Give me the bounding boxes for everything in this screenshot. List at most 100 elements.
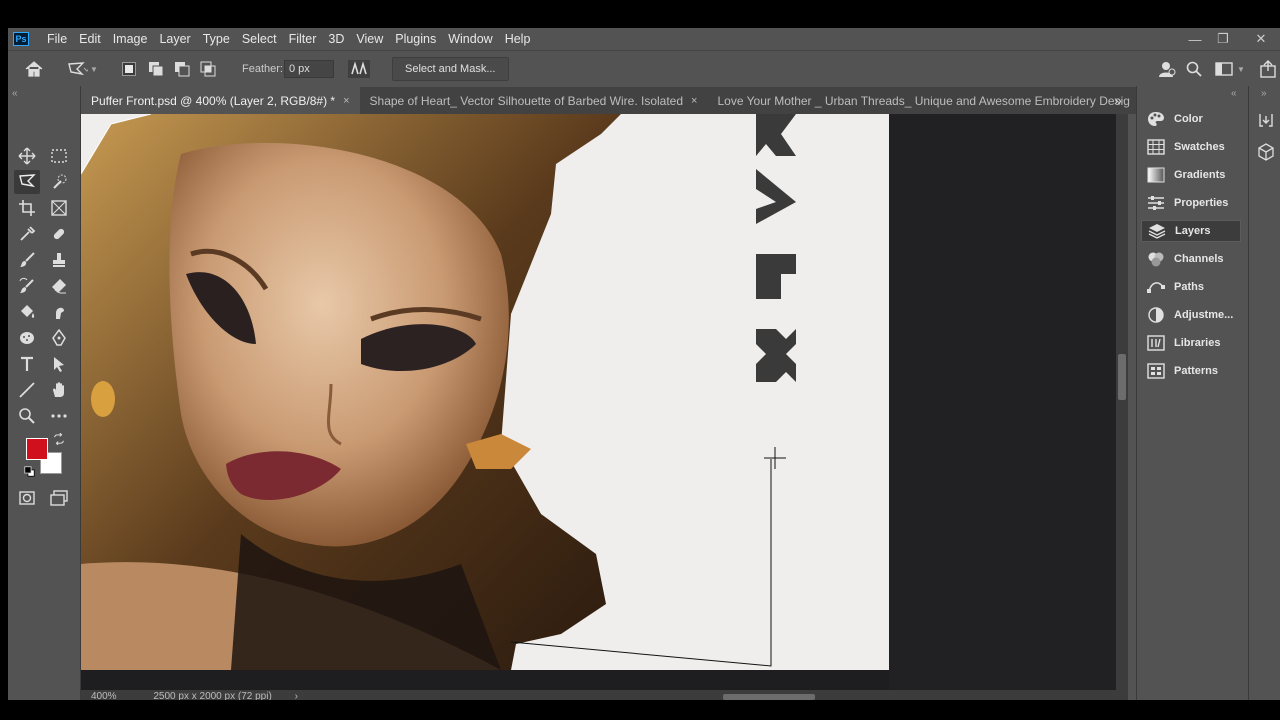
brush-tool[interactable]	[14, 248, 40, 272]
close-icon[interactable]: ×	[343, 95, 349, 107]
document-tabs: Puffer Front.psd @ 400% (Layer 2, RGB/8#…	[81, 87, 1140, 114]
panel-libraries[interactable]: Libraries	[1141, 332, 1241, 354]
default-colors-button[interactable]	[22, 464, 36, 478]
tab-label: Love Your Mother _ Urban Threads_ Unique…	[717, 93, 1130, 108]
gradient-icon	[1147, 167, 1165, 183]
home-button[interactable]	[24, 51, 44, 87]
add-to-selection-button[interactable]	[148, 51, 164, 87]
horizontal-scroll-thumb[interactable]	[723, 694, 815, 700]
line-tool[interactable]	[14, 378, 40, 402]
menu-filter[interactable]: Filter	[283, 28, 323, 50]
type-tool[interactable]	[14, 352, 40, 376]
path-selection-tool[interactable]	[46, 352, 72, 376]
quick-mask-button[interactable]	[14, 486, 40, 510]
panel-label: Gradients	[1174, 169, 1226, 181]
zoom-level[interactable]: 400%	[91, 691, 117, 700]
properties-sliders-icon	[1148, 196, 1164, 210]
eraser-icon	[52, 279, 66, 294]
search-button[interactable]	[1186, 51, 1202, 87]
anti-alias-toggle[interactable]	[348, 51, 370, 87]
menu-window[interactable]: Window	[442, 28, 498, 50]
select-and-mask-button[interactable]: Select and Mask...	[392, 57, 509, 81]
tab-love-your-mother[interactable]: Love Your Mother _ Urban Threads_ Unique…	[707, 87, 1140, 114]
polygonal-lasso-tool[interactable]	[14, 170, 40, 194]
panel-patterns[interactable]: Patterns	[1141, 360, 1241, 382]
panel-channels[interactable]: Channels	[1141, 248, 1241, 270]
menu-view[interactable]: View	[350, 28, 389, 50]
dodge-tool[interactable]	[14, 326, 40, 350]
vertical-scrollbar[interactable]	[1116, 114, 1128, 690]
menu-select[interactable]: Select	[236, 28, 283, 50]
panels-dock: « Color Swatches Gradients Properties La…	[1136, 86, 1249, 700]
expand-panels-icon[interactable]: »	[1261, 88, 1267, 99]
eraser-tool[interactable]	[46, 274, 72, 298]
polygonal-lasso-icon	[19, 174, 36, 188]
crop-tool[interactable]	[14, 196, 40, 220]
panel-label: Layers	[1175, 225, 1211, 237]
eyedropper-tool[interactable]	[14, 222, 40, 246]
menu-type[interactable]: Type	[197, 28, 236, 50]
tool-preset-picker[interactable]: ▼	[66, 51, 98, 87]
new-selection-button[interactable]	[122, 51, 136, 87]
frame-tool[interactable]	[46, 196, 72, 220]
menu-plugins[interactable]: Plugins	[389, 28, 442, 50]
clone-stamp-tool[interactable]	[46, 248, 72, 272]
more-tools-button[interactable]	[46, 404, 72, 428]
panel-color[interactable]: Color	[1141, 108, 1241, 130]
paint-bucket-tool[interactable]	[14, 300, 40, 324]
tab-shape-of-heart[interactable]: Shape of Heart_ Vector Silhouette of Bar…	[359, 87, 708, 114]
collapse-panels-icon[interactable]: «	[1231, 88, 1237, 99]
smudge-icon	[56, 307, 64, 319]
secondary-panels-dock: »	[1248, 86, 1280, 700]
close-button[interactable]: ✕	[1247, 28, 1275, 50]
export-share-icon	[1260, 60, 1276, 78]
quick-selection-tool[interactable]	[46, 170, 72, 194]
move-tool[interactable]	[14, 144, 40, 168]
marquee-icon	[51, 149, 67, 163]
panel-gradients[interactable]: Gradients	[1141, 164, 1241, 186]
paint-bucket-icon	[21, 305, 35, 318]
history-brush-tool[interactable]	[14, 274, 40, 298]
menu-edit[interactable]: Edit	[73, 28, 107, 50]
menu-layer[interactable]: Layer	[153, 28, 196, 50]
feather-input[interactable]	[284, 60, 334, 78]
workspace-switcher[interactable]: ▼	[1215, 51, 1245, 87]
vertical-scroll-thumb[interactable]	[1118, 354, 1126, 400]
spot-healing-tool[interactable]	[46, 222, 72, 246]
rectangular-marquee-tool[interactable]	[46, 144, 72, 168]
screen-mode-icon	[50, 490, 68, 506]
tabs-overflow-button[interactable]: »	[1114, 92, 1122, 108]
close-icon[interactable]: ×	[691, 95, 697, 107]
new-selection-icon	[122, 62, 136, 76]
search-icon	[1186, 61, 1202, 77]
menu-3d[interactable]: 3D	[322, 28, 350, 50]
panel-swatches[interactable]: Swatches	[1141, 136, 1241, 158]
canvas-area[interactable]	[81, 114, 1116, 690]
swap-colors-button[interactable]	[52, 432, 66, 446]
panel-layers[interactable]: Layers	[1141, 220, 1241, 242]
tab-puffer-front[interactable]: Puffer Front.psd @ 400% (Layer 2, RGB/8#…	[81, 87, 360, 114]
share-button[interactable]	[1158, 51, 1176, 87]
panel-properties[interactable]: Properties	[1141, 192, 1241, 214]
document-canvas[interactable]	[81, 114, 889, 670]
smudge-tool[interactable]	[46, 300, 72, 324]
panel-paths[interactable]: Paths	[1141, 276, 1241, 298]
pen-tool[interactable]	[46, 326, 72, 350]
restore-button[interactable]: ❐	[1209, 28, 1237, 50]
foreground-color-swatch[interactable]	[26, 438, 48, 460]
panel-adjustments[interactable]: Adjustme...	[1141, 304, 1241, 326]
share-document-button[interactable]	[1260, 51, 1276, 87]
status-menu-arrow[interactable]: ›	[295, 691, 298, 700]
menu-image[interactable]: Image	[107, 28, 154, 50]
collapse-toolbar-icon[interactable]: «	[12, 88, 18, 99]
hand-tool[interactable]	[46, 378, 72, 402]
minimize-button[interactable]: —	[1181, 28, 1209, 50]
history-panel-button[interactable]	[1253, 108, 1279, 132]
3d-panel-button[interactable]	[1253, 140, 1279, 164]
screen-mode-button[interactable]	[46, 486, 72, 510]
subtract-from-selection-button[interactable]	[174, 51, 190, 87]
menu-file[interactable]: File	[41, 28, 73, 50]
menu-help[interactable]: Help	[499, 28, 537, 50]
zoom-tool[interactable]	[14, 404, 40, 428]
intersect-selection-button[interactable]	[200, 51, 216, 87]
